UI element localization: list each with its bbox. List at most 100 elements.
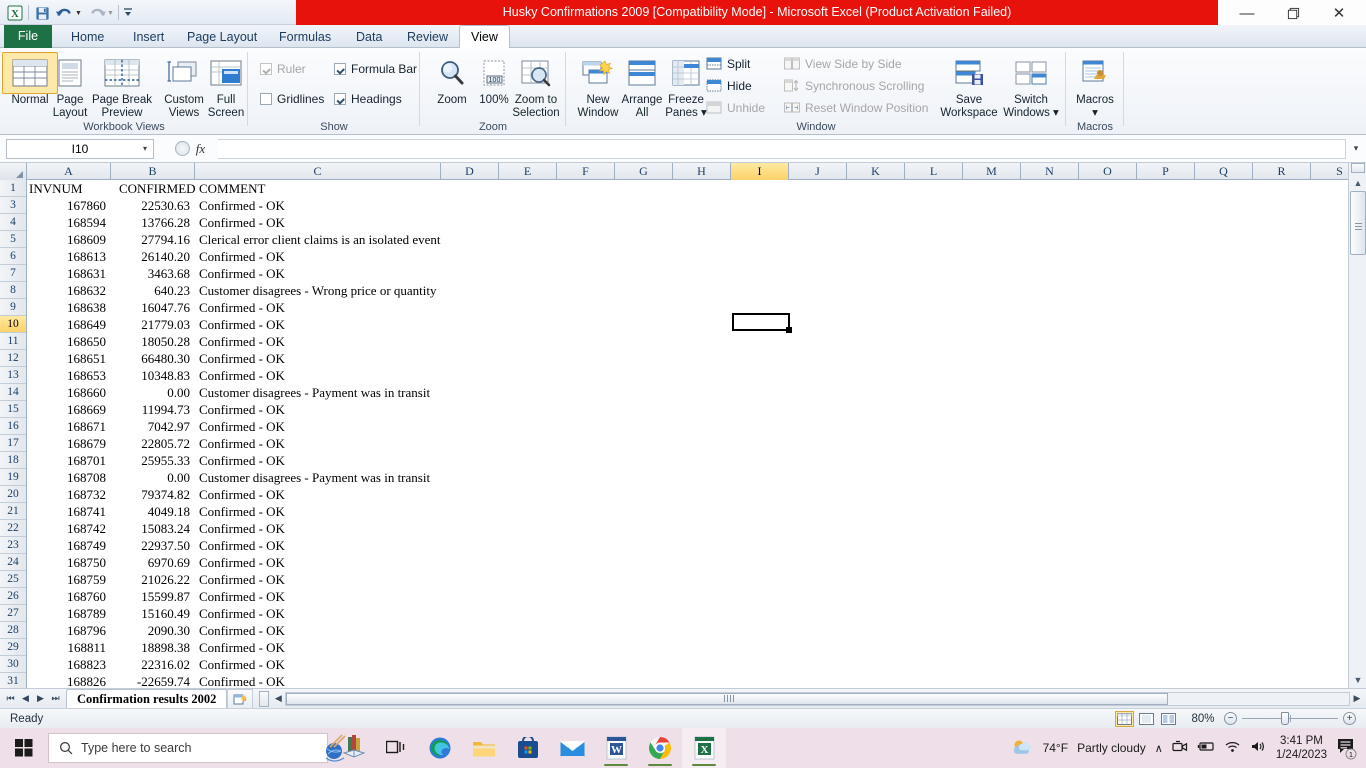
cell-A22[interactable]: 168742 (27, 521, 111, 537)
row-header-6[interactable]: 6 (0, 248, 26, 265)
cell-B17[interactable]: 22805.72 (111, 436, 195, 452)
cell-B1[interactable]: CONFIRMED (111, 181, 196, 197)
battery-icon[interactable] (1197, 740, 1215, 756)
column-header-l[interactable]: L (905, 163, 963, 180)
meet-now-icon[interactable] (1172, 740, 1188, 757)
volume-icon[interactable] (1250, 740, 1267, 756)
row-header-20[interactable]: 20 (0, 486, 26, 503)
cell-grid[interactable]: INVNUM CONFIRMED COMMENT 167860 22530.63 Conf… (27, 180, 1348, 689)
table-row[interactable]: 168649 21779.03 Confirmed - OK (27, 316, 1348, 333)
row-header-1[interactable]: 1 (0, 180, 26, 197)
cell-C31[interactable]: Confirmed - OK (195, 674, 1348, 689)
cell-C24[interactable]: Confirmed - OK (195, 555, 1348, 571)
reset-window-position-button[interactable]: Reset Window Position (784, 101, 928, 115)
notifications-icon[interactable]: 1 (1336, 734, 1358, 762)
row-header-24[interactable]: 24 (0, 554, 26, 571)
cell-B25[interactable]: 21026.22 (111, 572, 195, 588)
close-button[interactable]: ✕ (1316, 0, 1362, 26)
column-header-i[interactable]: I (731, 163, 789, 180)
cell-B16[interactable]: 7042.97 (111, 419, 195, 435)
cell-B8[interactable]: 640.23 (111, 283, 195, 299)
scroll-left-arrow-icon[interactable]: ◀ (271, 693, 285, 704)
table-row[interactable]: 168823 22316.02 Confirmed - OK (27, 656, 1348, 673)
sheet-tab-confirmation-results-2002[interactable]: Confirmation results 2002 (66, 689, 228, 708)
wifi-icon[interactable] (1224, 740, 1241, 756)
table-row[interactable]: 168708 0.00 Customer disagrees - Payment w… (27, 469, 1348, 486)
table-row[interactable]: 168632 640.23 Customer disagrees - Wrong p… (27, 282, 1348, 299)
page-layout-view-shortcut[interactable] (1137, 711, 1156, 727)
column-header-q[interactable]: Q (1195, 163, 1253, 180)
expand-formula-bar-icon[interactable]: ▾ (1346, 143, 1366, 154)
undo-dropdown-icon[interactable]: ▼ (75, 4, 82, 22)
tab-review[interactable]: Review (396, 26, 459, 48)
table-row[interactable]: 168811 18898.38 Confirmed - OK (27, 639, 1348, 656)
redo-dropdown-icon[interactable]: ▼ (107, 4, 114, 22)
gridlines-checkbox[interactable]: Gridlines (260, 92, 324, 106)
save-icon[interactable] (33, 4, 51, 22)
cell-A6[interactable]: 168613 (27, 249, 111, 265)
column-header-a[interactable]: A (27, 163, 111, 180)
tab-formulas[interactable]: Formulas (268, 26, 342, 48)
tab-data[interactable]: Data (345, 26, 393, 48)
cell-A18[interactable]: 168701 (27, 453, 111, 469)
table-row[interactable]: 168613 26140.20 Confirmed - OK (27, 248, 1348, 265)
zoom-track[interactable] (1242, 712, 1338, 725)
cell-A7[interactable]: 168631 (27, 266, 111, 282)
column-header-e[interactable]: E (499, 163, 557, 180)
cell-B28[interactable]: 2090.30 (111, 623, 195, 639)
row-header-25[interactable]: 25 (0, 571, 26, 588)
view-side-by-side-button[interactable]: View Side by Side (784, 57, 902, 71)
cell-C1[interactable]: COMMENT (195, 181, 1348, 197)
table-row[interactable]: 168638 16047.76 Confirmed - OK (27, 299, 1348, 316)
column-header-p[interactable]: P (1137, 163, 1195, 180)
zoom-handle[interactable] (1281, 712, 1290, 725)
table-row[interactable]: 168789 15160.49 Confirmed - OK (27, 605, 1348, 622)
cell-C21[interactable]: Confirmed - OK (195, 504, 1348, 520)
cell-C17[interactable]: Confirmed - OK (195, 436, 1348, 452)
row-header-3[interactable]: 3 (0, 197, 26, 214)
cell-A15[interactable]: 168669 (27, 402, 111, 418)
cell-B10[interactable]: 21779.03 (111, 317, 195, 333)
cell-C19[interactable]: Customer disagrees - Payment was in tran… (195, 470, 1348, 486)
save-workspace-button[interactable]: Save Workspace (934, 52, 1004, 119)
cell-C28[interactable]: Confirmed - OK (195, 623, 1348, 639)
restore-button[interactable] (1270, 0, 1316, 26)
table-row[interactable]: 168760 15599.87 Confirmed - OK (27, 588, 1348, 605)
page-break-preview-shortcut[interactable] (1159, 711, 1178, 727)
horizontal-scroll-track[interactable] (285, 691, 1350, 706)
row-header-26[interactable]: 26 (0, 588, 26, 605)
row-header-27[interactable]: 27 (0, 605, 26, 622)
column-header-r[interactable]: R (1253, 163, 1311, 180)
last-sheet-button[interactable]: ⏭ (49, 693, 62, 704)
row-header-12[interactable]: 12 (0, 350, 26, 367)
cell-C14[interactable]: Customer disagrees - Payment was in tran… (195, 385, 1348, 401)
tab-view[interactable]: View (459, 25, 510, 49)
cell-C4[interactable]: Confirmed - OK (195, 215, 1348, 231)
cell-B20[interactable]: 79374.82 (111, 487, 195, 503)
zoom-level-label[interactable]: 80% (1182, 713, 1224, 725)
cell-B14[interactable]: 0.00 (111, 385, 195, 401)
cell-A30[interactable]: 168823 (27, 657, 111, 673)
cell-A4[interactable]: 168594 (27, 215, 111, 231)
table-row[interactable]: 168594 13766.28 Confirmed - OK (27, 214, 1348, 231)
row-header-21[interactable]: 21 (0, 503, 26, 520)
table-row[interactable]: 168650 18050.28 Confirmed - OK (27, 333, 1348, 350)
table-row[interactable]: 168679 22805.72 Confirmed - OK (27, 435, 1348, 452)
insert-function-icon[interactable]: fx (196, 141, 205, 157)
tab-file[interactable]: File (4, 25, 52, 48)
cell-A28[interactable]: 168796 (27, 623, 111, 639)
cell-B5[interactable]: 27794.16 (111, 232, 195, 248)
horizontal-scroll-thumb[interactable] (286, 692, 1169, 705)
search-input[interactable]: Type here to search (48, 733, 328, 763)
cell-C16[interactable]: Confirmed - OK (195, 419, 1348, 435)
task-view-icon[interactable] (374, 728, 418, 768)
cell-C23[interactable]: Confirmed - OK (195, 538, 1348, 554)
weather-icon[interactable] (1010, 737, 1034, 760)
cell-A23[interactable]: 168749 (27, 538, 111, 554)
row-header-13[interactable]: 13 (0, 367, 26, 384)
cell-B22[interactable]: 15083.24 (111, 521, 195, 537)
microsoft-edge-icon[interactable] (418, 728, 462, 768)
macros-button[interactable]: Macros ▾ (1067, 52, 1123, 119)
cell-B18[interactable]: 25955.33 (111, 453, 195, 469)
cell-B12[interactable]: 66480.30 (111, 351, 195, 367)
